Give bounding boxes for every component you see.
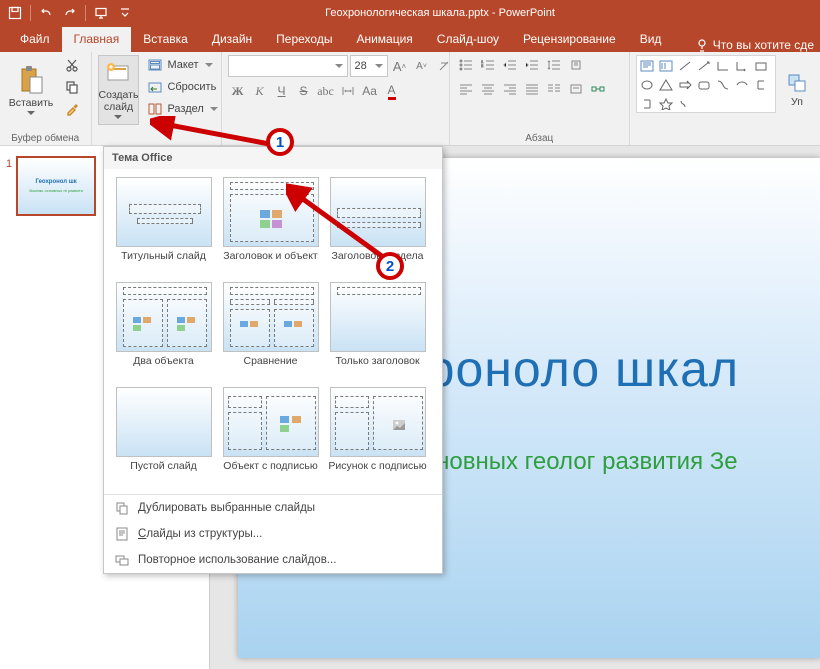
brush-icon [64, 101, 80, 117]
bold-button[interactable]: Ж [228, 81, 248, 101]
shrink-font-button[interactable]: A˅ [412, 56, 432, 76]
font-family-combo[interactable] [228, 55, 348, 77]
tab-review[interactable]: Рецензирование [511, 27, 628, 52]
align-right-button[interactable] [500, 79, 520, 99]
tab-design[interactable]: Дизайн [200, 27, 264, 52]
quick-access-toolbar [0, 2, 140, 24]
bullets-button[interactable] [456, 55, 476, 75]
shadow-button[interactable]: abc [316, 81, 336, 101]
outline-icon [114, 526, 130, 542]
tab-home[interactable]: Главная [62, 27, 132, 52]
layout-blank[interactable]: Пустой слайд [110, 383, 217, 488]
char-spacing-button[interactable] [338, 81, 358, 101]
svg-text:2: 2 [481, 63, 484, 68]
new-slide-button[interactable]: Создать слайд [98, 55, 140, 125]
smartart-button[interactable] [588, 79, 608, 99]
underline-button[interactable]: Ч [272, 81, 292, 101]
paste-label: Вставить [9, 97, 54, 109]
change-case-button[interactable]: Aa [360, 81, 380, 101]
increase-indent-button[interactable] [522, 55, 542, 75]
italic-button[interactable]: К [250, 81, 270, 101]
numbering-button[interactable]: 12 [478, 55, 498, 75]
layout-picture-with-caption[interactable]: Рисунок с подписью [324, 383, 431, 488]
slides-from-outline-menuitem[interactable]: ССлайды из структуры...лайды из структур… [104, 521, 442, 547]
copy-icon [64, 79, 80, 95]
tell-me-label: Что вы хотите сде [713, 38, 814, 52]
paste-button[interactable]: Вставить [6, 55, 56, 125]
cut-button[interactable] [60, 55, 84, 75]
tab-animations[interactable]: Анимация [344, 27, 424, 52]
justify-button[interactable] [522, 79, 542, 99]
group-paragraph: 12 Абзац [450, 52, 630, 145]
group-paragraph-label: Абзац [456, 131, 623, 144]
start-slideshow-button[interactable] [90, 2, 112, 24]
align-text-button[interactable] [566, 79, 586, 99]
reset-icon [147, 79, 163, 95]
window-title: Геохронологическая шкала.pptx - PowerPoi… [140, 7, 820, 19]
font-color-button[interactable]: A [382, 81, 402, 101]
layout-comparison[interactable]: Сравнение [217, 278, 324, 383]
tab-view[interactable]: Вид [628, 27, 674, 52]
layout-button[interactable]: Макет [143, 55, 221, 75]
tell-me[interactable]: Что вы хотите сде [695, 38, 820, 52]
tab-transitions[interactable]: Переходы [264, 27, 344, 52]
group-clipboard-label: Буфер обмена [6, 131, 85, 144]
columns-button[interactable] [544, 79, 564, 99]
group-slides: Создать слайд Макет Сбросить Раздел [92, 52, 222, 145]
grow-font-button[interactable]: A˄ [390, 56, 410, 76]
strike-button[interactable]: S [294, 81, 314, 101]
shapes-gallery[interactable] [636, 55, 776, 113]
qat-customize-button[interactable] [114, 2, 136, 24]
section-icon [147, 101, 163, 117]
layout-title-and-content[interactable]: Заголовок и объект [217, 173, 324, 278]
line-spacing-button[interactable] [544, 55, 564, 75]
annotation-marker-1: 1 [266, 128, 294, 156]
section-button[interactable]: Раздел [143, 99, 221, 119]
align-center-button[interactable] [478, 79, 498, 99]
duplicate-icon [114, 500, 130, 516]
layout-two-content[interactable]: Два объекта [110, 278, 217, 383]
layout-title-slide[interactable]: Титульный слайд [110, 173, 217, 278]
format-painter-button[interactable] [60, 99, 84, 119]
group-clipboard: Вставить Буфер обмена [0, 52, 92, 145]
layout-icon [147, 57, 163, 73]
new-slide-label: Создать слайд [99, 89, 139, 113]
decrease-indent-button[interactable] [500, 55, 520, 75]
group-slides-label [98, 142, 215, 144]
text-direction-button[interactable] [566, 55, 586, 75]
reuse-slides-menuitem[interactable]: Повторное использование слайдов... [104, 547, 442, 573]
title-bar: Геохронологическая шкала.pptx - PowerPoi… [0, 0, 820, 26]
reuse-icon [114, 552, 130, 568]
redo-button[interactable] [59, 2, 81, 24]
thumb-preview: Геохронол шк Восемь основных ге развити [16, 156, 96, 216]
undo-button[interactable] [35, 2, 57, 24]
group-drawing: Уп [630, 52, 820, 145]
align-left-button[interactable] [456, 79, 476, 99]
tab-file[interactable]: Файл [8, 27, 62, 52]
group-font: 28 A˄ A˅ Ж К Ч S abc Aa A [222, 52, 450, 145]
ribbon-tabs: Файл Главная Вставка Дизайн Переходы Ани… [0, 26, 820, 52]
copy-button[interactable] [60, 77, 84, 97]
ribbon: Вставить Буфер обмена Создать слайд Маке… [0, 52, 820, 146]
layout-title-only[interactable]: Только заголовок [324, 278, 431, 383]
font-size-combo[interactable]: 28 [350, 55, 388, 77]
arrange-button[interactable]: Уп [780, 55, 814, 125]
tab-slideshow[interactable]: Слайд-шоу [425, 27, 511, 52]
scissors-icon [64, 57, 80, 73]
duplicate-slides-menuitem[interactable]: Дублировать выбранные слайды [104, 495, 442, 521]
annotation-marker-2: 2 [376, 252, 404, 280]
save-button[interactable] [4, 2, 26, 24]
layout-content-with-caption[interactable]: Объект с подписью [217, 383, 324, 488]
new-slide-layout-menu: Тема Office Титульный слайд Заголовок и … [103, 146, 443, 574]
tab-insert[interactable]: Вставка [131, 27, 200, 52]
reset-button[interactable]: Сбросить [143, 77, 221, 97]
thumb-number: 1 [6, 156, 12, 216]
